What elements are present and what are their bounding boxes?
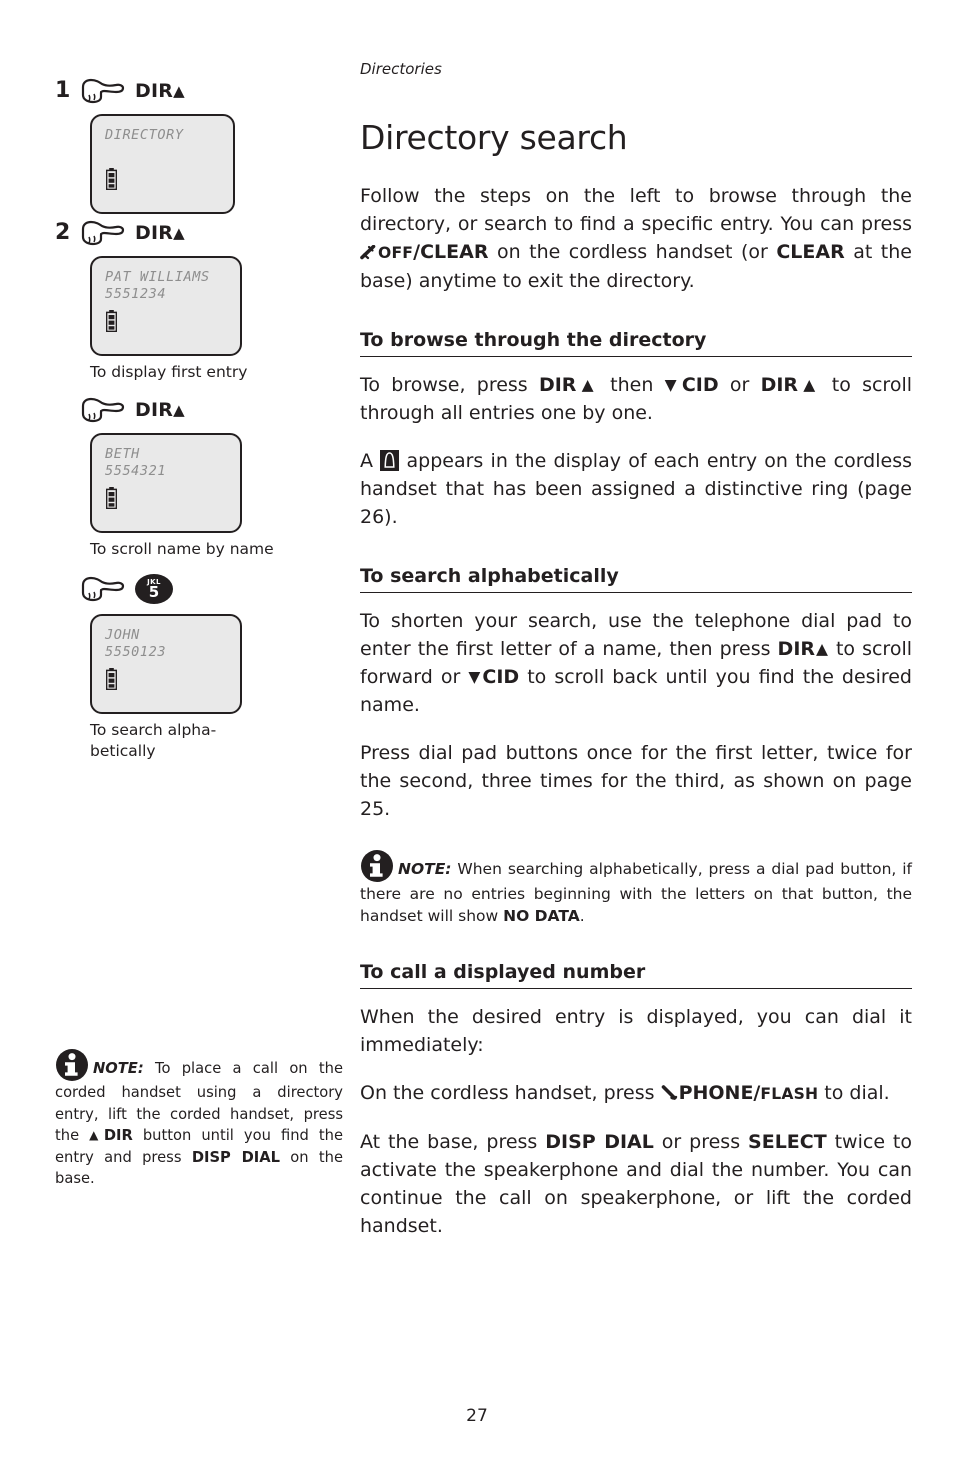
handset-phone-icon: [661, 1085, 677, 1101]
intro-paragraph: Follow the steps on the left to browse t…: [360, 182, 912, 295]
key-dir-2: DIR▲: [760, 374, 821, 397]
handset-off-icon: [360, 244, 376, 260]
lcd-line-2: 5551234: [105, 286, 167, 302]
left-note-block: NOTE: To place a call on the corded hand…: [55, 1048, 343, 1190]
browse-paragraph-1: To browse, press DIR▲ then ▼CID or DIR▲ …: [360, 371, 912, 427]
step-1-row: 1 DIR▲: [55, 78, 345, 104]
section-heading-search: To search alphabetically: [360, 565, 912, 594]
step-2-key-label: DIR▲: [135, 222, 185, 244]
pointing-hand-icon: [81, 397, 125, 423]
lcd-screen-step-4: JOHN 5550123: [90, 614, 242, 714]
key-cid: ▼CID: [468, 666, 520, 689]
intro-text-2: on the cordless handset (or: [488, 241, 777, 264]
section-heading-browse: To browse through the directory: [360, 329, 912, 358]
battery-icon: [106, 668, 117, 690]
key-disp-dial: DISP DIAL: [545, 1131, 654, 1154]
key-dir: DIR▲: [777, 638, 829, 661]
lcd-line-1: PAT WILLIAMS: [105, 269, 210, 285]
key-dir: DIR▲: [538, 374, 599, 397]
step-number: 2: [55, 220, 71, 245]
step-number: 1: [55, 78, 71, 103]
step-2-caption: To display first entry: [90, 363, 248, 381]
lcd-screen-step-2: PAT WILLIAMS 5551234: [90, 256, 242, 356]
text: A: [360, 450, 381, 473]
info-icon: [361, 850, 393, 883]
lcd-screen-step-3: BETH 5554321: [90, 433, 242, 533]
info-icon: [56, 1049, 88, 1081]
page-title: Directory search: [360, 118, 628, 157]
text: or press: [653, 1131, 749, 1154]
pointing-hand-icon: [81, 220, 125, 246]
note-label: NOTE:: [93, 1060, 144, 1077]
key-phone: PHONE/: [678, 1082, 761, 1105]
lcd-line-1: JOHN: [105, 627, 140, 643]
battery-icon: [106, 487, 117, 509]
note-label: NOTE:: [398, 860, 452, 879]
call-paragraph-3: At the base, press DISP DIAL or press SE…: [360, 1128, 912, 1240]
search-note-block: NOTE: When searching alphabetically, pre…: [360, 849, 912, 927]
text: To browse, press: [360, 374, 539, 397]
key-select: SELECT: [748, 1131, 827, 1154]
intro-text-1: Follow the steps on the left to browse t…: [360, 185, 912, 236]
text: On the cordless handset, press: [360, 1082, 661, 1105]
key-off: OFF: [378, 244, 414, 263]
lcd-line-1: DIRECTORY: [105, 127, 184, 143]
call-paragraph-1: When the desired entry is displayed, you…: [360, 1006, 912, 1057]
text: appears in the display of each entry on …: [360, 450, 913, 529]
lcd-screen-step-1: DIRECTORY: [90, 114, 235, 214]
lcd-line-2: 5550123: [105, 644, 167, 660]
call-paragraph-2: On the cordless handset, press PHONE/FLA…: [360, 1079, 912, 1108]
step-2-row: 2 DIR▲: [55, 220, 345, 246]
steps-column: 1 DIR▲ DIRECTORY 2 DIR▲ PAT WILLIAMS 555…: [55, 78, 345, 776]
key-clear-base: CLEAR: [776, 241, 845, 264]
running-head: Directories: [360, 60, 442, 78]
search-note-text-2: .: [579, 907, 585, 926]
battery-icon: [106, 168, 117, 190]
pointing-hand-icon: [81, 576, 125, 602]
page-number: 27: [466, 1406, 488, 1426]
step-3-caption: To scroll name by name: [90, 540, 274, 558]
step-4-row: JKL 5: [55, 574, 345, 604]
search-paragraph-1: To shorten your search, use the telephon…: [360, 607, 912, 719]
key-no-data: NO DATA: [503, 907, 580, 926]
step-4-caption: To search alpha-betically: [90, 721, 217, 760]
distinctive-ring-icon: [380, 450, 400, 472]
section-heading-call: To call a displayed number: [360, 961, 912, 990]
key-flash: FLASH: [760, 1085, 819, 1104]
dial-pad-key-5[interactable]: JKL 5: [135, 574, 173, 604]
left-note-key-dir: ▲DIR: [89, 1127, 133, 1144]
dial-key-digit: 5: [148, 582, 160, 601]
text: or: [718, 374, 761, 397]
step-3-key-label: DIR▲: [135, 399, 185, 421]
main-content-column: Directories Directory search Follow the …: [360, 60, 912, 1240]
manual-page: 1 DIR▲ DIRECTORY 2 DIR▲ PAT WILLIAMS 555…: [0, 0, 954, 1475]
step-1-key-label: DIR▲: [135, 80, 185, 102]
pointing-hand-icon: [81, 78, 125, 104]
text: to dial.: [818, 1082, 890, 1105]
key-cid: ▼CID: [664, 374, 719, 397]
browse-paragraph-2: A appears in the display of each entry o…: [360, 447, 912, 531]
lcd-line-2: 5554321: [105, 463, 167, 479]
key-clear: /CLEAR: [413, 241, 489, 264]
step-3-row: DIR▲: [55, 397, 345, 423]
lcd-line-1: BETH: [105, 446, 140, 462]
battery-icon: [106, 310, 117, 332]
search-paragraph-2: Press dial pad buttons once for the firs…: [360, 742, 912, 821]
left-note-key-disp-dial: DISP DIAL: [191, 1148, 280, 1166]
text: then: [598, 374, 665, 397]
text: At the base, press: [360, 1131, 546, 1154]
